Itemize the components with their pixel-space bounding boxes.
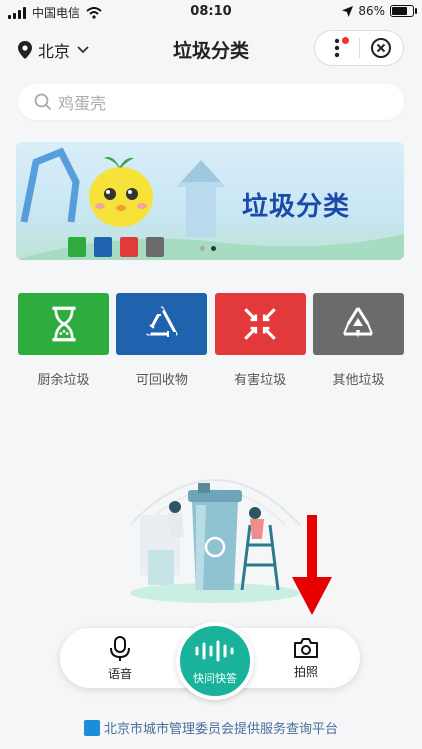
category-label: 其他垃圾 <box>332 373 385 388</box>
commission-logo-icon <box>83 719 100 736</box>
pagination-dot-active[interactable] <box>211 246 216 251</box>
close-icon <box>371 38 392 58</box>
category-tile[interactable] <box>312 293 404 355</box>
photo-button[interactable]: 拍照 <box>276 636 336 680</box>
other-recycle-icon <box>343 307 374 338</box>
category-label: 厨余垃圾 <box>37 373 90 388</box>
red-down-arrow-annotation <box>292 515 332 615</box>
category-label: 可回收物 <box>135 373 188 388</box>
voice-button[interactable]: 语音 <box>90 636 150 682</box>
recycling-bin-illustration <box>129 479 301 603</box>
battery-percent: 86% <box>358 4 385 18</box>
search-bar[interactable]: 鸡蛋壳 <box>18 84 404 120</box>
category-recyclable[interactable]: 可回收物 <box>116 293 208 388</box>
sound-wave-icon <box>195 640 234 662</box>
quick-qa-button[interactable]: 快问快答 <box>176 622 254 700</box>
quick-qa-label: 快问快答 <box>193 672 237 685</box>
category-label: 有害垃圾 <box>234 373 287 388</box>
voice-label: 语音 <box>107 667 132 681</box>
banner-title: 垃圾分类 <box>242 192 351 222</box>
close-button[interactable] <box>359 31 403 65</box>
battery-icon <box>390 5 417 17</box>
notification-dot <box>341 37 349 44</box>
category-kitchen-waste[interactable]: 厨余垃圾 <box>18 293 109 388</box>
pagination-dot[interactable] <box>200 246 205 251</box>
category-tile[interactable] <box>116 293 208 355</box>
footer-credit: 北京市城市管理委员会提供服务查询平台 <box>0 718 422 737</box>
search-icon <box>34 93 52 111</box>
promo-banner[interactable]: 垃圾分类 <box>16 142 404 260</box>
category-tile[interactable] <box>18 293 109 355</box>
category-hazardous[interactable]: 有害垃圾 <box>214 293 306 388</box>
mini-program-capsule <box>314 30 404 66</box>
camera-icon <box>294 638 318 658</box>
banner-pagination <box>200 246 216 251</box>
search-input[interactable]: 鸡蛋壳 <box>58 90 106 114</box>
status-bar: 中国电信 08:10 86% <box>0 0 422 24</box>
photo-label: 拍照 <box>293 665 318 679</box>
category-other[interactable]: 其他垃圾 <box>312 293 404 388</box>
hourglass-icon <box>51 306 76 342</box>
microphone-icon <box>110 636 130 661</box>
hazard-arrows-icon <box>244 308 276 340</box>
more-button[interactable] <box>315 31 359 65</box>
category-tile[interactable] <box>214 293 306 355</box>
recycle-icon <box>146 306 178 337</box>
location-arrow-icon <box>342 5 354 17</box>
more-dots-icon <box>334 38 339 58</box>
footer-text: 北京市城市管理委员会提供服务查询平台 <box>103 722 338 737</box>
navigation-bar: 北京 垃圾分类 <box>0 26 422 70</box>
category-grid: 厨余垃圾 可回收物 有害垃圾 其他垃圾 <box>18 293 404 388</box>
